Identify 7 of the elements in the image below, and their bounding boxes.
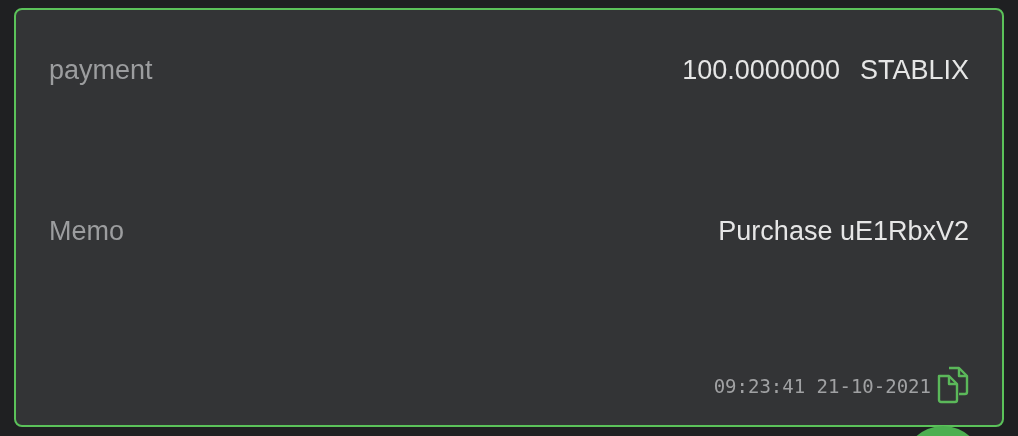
field-value: Purchase uE1RbxV2 [718,215,969,248]
field-label: payment [49,54,153,87]
timestamp: 09:23:41 21-10-2021 [713,374,931,399]
asset-code: STABLIX [859,54,969,87]
field-label: Memo [49,215,124,248]
copy-icon[interactable] [935,364,971,404]
field-value: 100.0000000 [682,54,840,87]
